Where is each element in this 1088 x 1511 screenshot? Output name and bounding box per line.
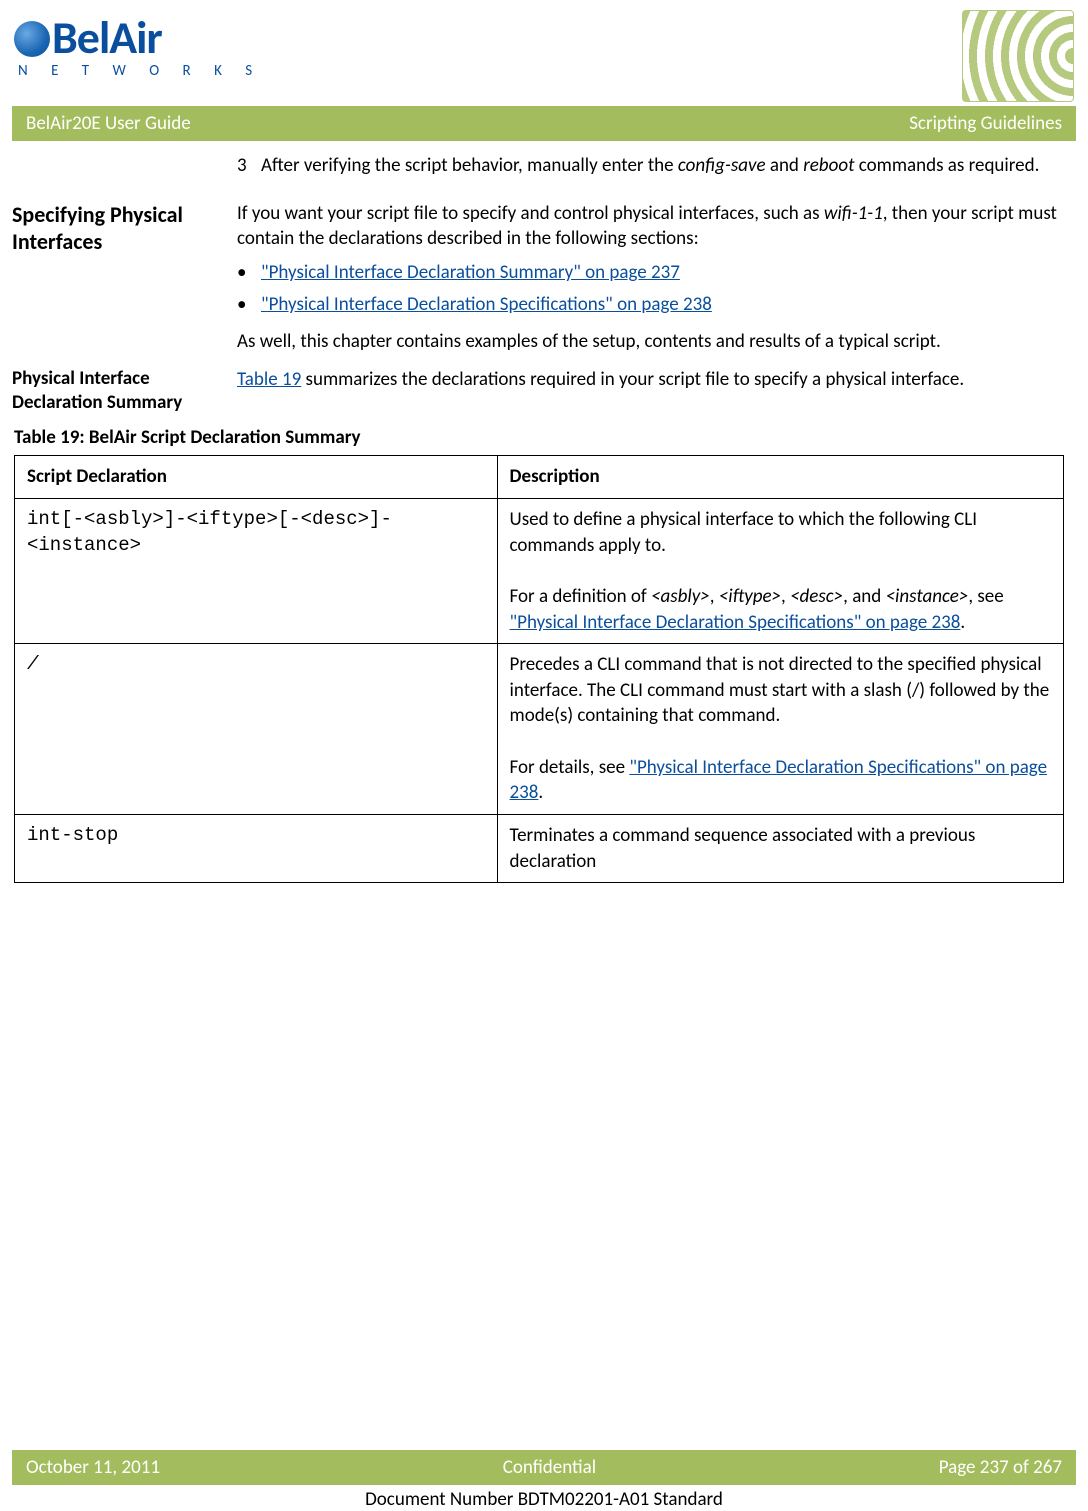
logo-signal-icon	[962, 10, 1074, 102]
title-bar-right: Scripting Guidelines	[909, 112, 1062, 135]
paragraph: Table 19 summarizes the declarations req…	[237, 367, 1064, 393]
footer-confidential: Confidential	[503, 1456, 596, 1479]
bullet-icon: •	[237, 260, 261, 286]
link-declaration-summary[interactable]: "Physical Interface Declaration Summary"…	[261, 261, 680, 284]
cell-declaration: int-stop	[15, 815, 498, 883]
link-table-19[interactable]: Table 19	[237, 368, 301, 391]
cmd-reboot: reboot	[803, 154, 854, 177]
heading-specifying-physical-interfaces: Specifying Physical Interfaces	[12, 201, 237, 355]
paragraph: If you want your script file to specify …	[237, 201, 1064, 252]
bullet-item: • "Physical Interface Declaration Specif…	[237, 292, 1064, 318]
title-bar-left: BelAir20E User Guide	[26, 112, 191, 135]
step-text: After verifying the script behavior, man…	[261, 153, 1039, 179]
table-row: / Precedes a CLI command that is not dir…	[15, 644, 1064, 815]
logo-globe-icon	[14, 21, 50, 57]
table-row: int-stop Terminates a command sequence a…	[15, 815, 1064, 883]
table-row: int[-<asbly>]-<iftype>[-<desc>]-<instanc…	[15, 498, 1064, 643]
link-declaration-specifications[interactable]: "Physical Interface Declaration Specific…	[261, 293, 712, 316]
cell-description: Used to define a physical interface to w…	[497, 498, 1063, 643]
cell-declaration: int[-<asbly>]-<iftype>[-<desc>]-<instanc…	[15, 498, 498, 643]
footer-document-number: Document Number BDTM02201-A01 Standard	[0, 1488, 1088, 1511]
page-header: BelAir N E T W O R K S	[0, 0, 1088, 106]
logo-belair-networks: BelAir N E T W O R K S	[14, 10, 262, 80]
cell-description: Precedes a CLI command that is not direc…	[497, 644, 1063, 815]
step-3: 3 After verifying the script behavior, m…	[237, 153, 1064, 179]
table-header-script-declaration: Script Declaration	[15, 456, 498, 499]
logo-wordmark: BelAir	[14, 10, 262, 66]
table-declaration-summary: Script Declaration Description int[-<asb…	[14, 455, 1064, 883]
bullet-icon: •	[237, 292, 261, 318]
title-bar: BelAir20E User Guide Scripting Guideline…	[12, 106, 1076, 141]
footer-bar: October 11, 2011 Confidential Page 237 o…	[12, 1450, 1076, 1485]
heading-declaration-summary: Physical Interface Declaration Summary	[12, 367, 237, 415]
footer-date: October 11, 2011	[26, 1456, 160, 1479]
link-declaration-specifications[interactable]: "Physical Interface Declaration Specific…	[510, 611, 961, 634]
example-interface: wifi-1-1	[824, 202, 883, 225]
table-header-description: Description	[497, 456, 1063, 499]
table-caption: Table 19: BelAir Script Declaration Summ…	[14, 426, 1064, 449]
bullet-item: • "Physical Interface Declaration Summar…	[237, 260, 1064, 286]
footer-page-number: Page 237 of 267	[939, 1456, 1062, 1479]
paragraph: As well, this chapter contains examples …	[237, 329, 1064, 355]
cell-description: Terminates a command sequence associated…	[497, 815, 1063, 883]
logo-text: BelAir	[52, 10, 162, 66]
cell-declaration: /	[15, 644, 498, 815]
step-number: 3	[237, 153, 261, 179]
logo-subtext: N E T W O R K S	[14, 62, 262, 80]
cmd-config-save: config-save	[678, 154, 766, 177]
